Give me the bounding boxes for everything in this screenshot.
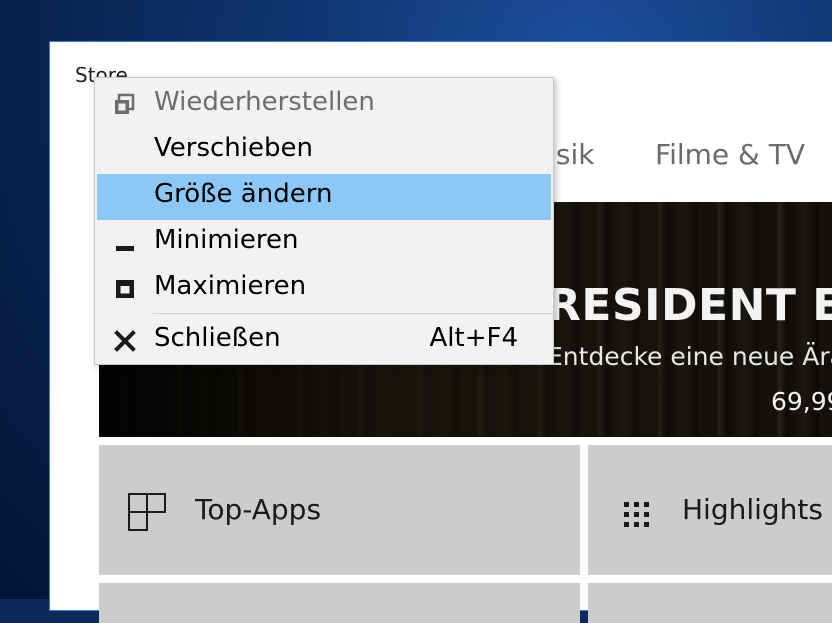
menu-label-close: Schließen (154, 323, 281, 353)
window-system-menu: Wiederherstellen Verschieben Größe änder… (94, 77, 554, 365)
menu-label-restore: Wiederherstellen (154, 87, 375, 117)
menu-item-restore[interactable]: Wiederherstellen (97, 82, 551, 128)
menu-shortcut-close: Alt+F4 (429, 323, 519, 353)
top-apps-label: Top-Apps (195, 493, 322, 526)
highlights-tile[interactable]: Highlights (588, 445, 832, 575)
menu-item-resize[interactable]: Größe ändern (97, 174, 551, 220)
top-apps-icon (128, 493, 166, 531)
menu-item-maximize[interactable]: Maximieren (97, 266, 551, 312)
menu-label-move: Verschieben (154, 133, 313, 163)
highlights-label: Highlights (682, 493, 823, 526)
menu-item-minimize[interactable]: Minimieren (97, 220, 551, 266)
hero-subtitle: Entdecke eine neue Ära (547, 342, 832, 371)
tile-row-2-left[interactable] (99, 583, 580, 623)
restore-icon (113, 93, 137, 117)
maximize-icon (113, 277, 137, 301)
menu-item-move[interactable]: Verschieben (97, 128, 551, 174)
hero-title: RESIDENT EVIL (547, 280, 832, 331)
menu-item-close[interactable]: Schließen Alt+F4 (97, 318, 551, 364)
menu-label-minimize: Minimieren (154, 225, 299, 255)
hero-price: 69,99 (771, 387, 832, 416)
menu-separator (153, 313, 553, 314)
tab-filme-tv[interactable]: Filme & TV (655, 138, 805, 171)
grid-dots-icon (623, 501, 651, 529)
tile-row-2-right[interactable] (588, 583, 832, 623)
top-apps-tile[interactable]: Top-Apps (99, 445, 580, 575)
menu-label-maximize: Maximieren (154, 271, 307, 301)
menu-label-resize: Größe ändern (154, 179, 333, 209)
close-icon (113, 329, 137, 353)
minimize-icon (113, 231, 137, 255)
